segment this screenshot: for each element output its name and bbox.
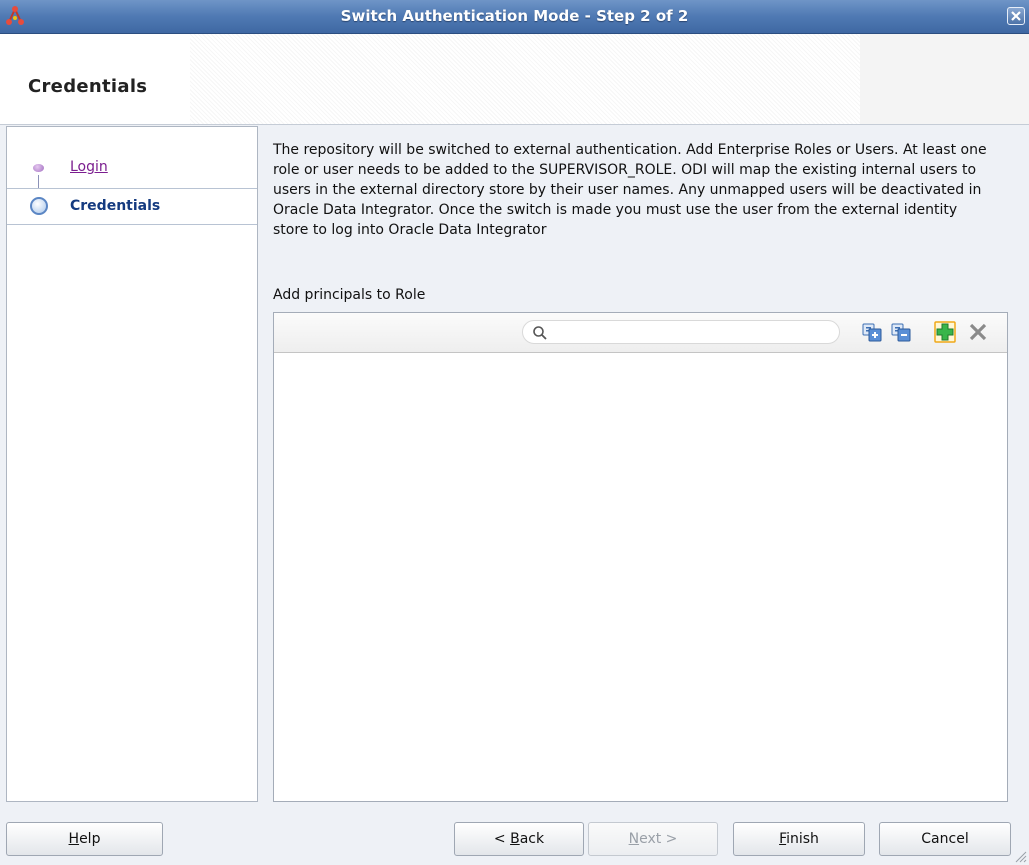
- principals-list[interactable]: [274, 353, 1007, 801]
- next-button-label: ext >: [639, 831, 678, 847]
- wizard-header: Credentials: [0, 34, 1029, 125]
- title-bar: Switch Authentication Mode - Step 2 of 2: [0, 0, 1029, 34]
- search-box[interactable]: [522, 320, 840, 344]
- principals-panel: [273, 312, 1008, 802]
- help-button[interactable]: Help: [6, 822, 163, 856]
- cancel-button-label: Cancel: [921, 831, 969, 847]
- header-pattern: [190, 34, 860, 124]
- search-icon: [533, 326, 547, 340]
- principals-toolbar: [274, 313, 1007, 353]
- close-icon: [1011, 11, 1021, 21]
- nav-item-credentials[interactable]: Credentials: [7, 188, 257, 225]
- step-description: The repository will be switched to exter…: [273, 142, 987, 238]
- header-right-panel: [860, 34, 1029, 124]
- principals-label: Add principals to Role: [273, 287, 426, 303]
- window-title: Switch Authentication Mode - Step 2 of 2: [340, 7, 689, 25]
- close-button[interactable]: [1007, 7, 1025, 25]
- resize-grip-icon[interactable]: [1013, 849, 1027, 863]
- add-role-icon[interactable]: [861, 321, 883, 343]
- delete-icon[interactable]: [967, 321, 989, 343]
- cancel-button[interactable]: Cancel: [879, 822, 1011, 856]
- nav-item-login[interactable]: Login: [7, 149, 257, 184]
- search-input[interactable]: [553, 323, 827, 343]
- finish-button-label: inish: [786, 831, 819, 847]
- remove-role-icon[interactable]: [890, 321, 912, 343]
- back-button[interactable]: < Back: [454, 822, 584, 856]
- add-icon[interactable]: [934, 321, 956, 343]
- step-visited-icon: [33, 164, 44, 172]
- help-button-mnemonic: H: [68, 831, 80, 847]
- step-current-icon: [30, 197, 48, 215]
- next-button-mnemonic: N: [628, 831, 640, 847]
- wizard-steps-nav: Login Credentials: [6, 126, 258, 802]
- back-button-label: ack: [519, 831, 545, 847]
- next-button[interactable]: Next >: [588, 822, 718, 856]
- help-button-label: elp: [79, 831, 101, 847]
- back-button-mnemonic: B: [510, 831, 520, 847]
- page-title: Credentials: [28, 76, 148, 97]
- back-button-label-pre: <: [493, 831, 511, 847]
- nav-item-login-label[interactable]: Login: [70, 159, 108, 175]
- nav-item-credentials-label: Credentials: [70, 198, 161, 214]
- finish-button[interactable]: Finish: [733, 822, 865, 856]
